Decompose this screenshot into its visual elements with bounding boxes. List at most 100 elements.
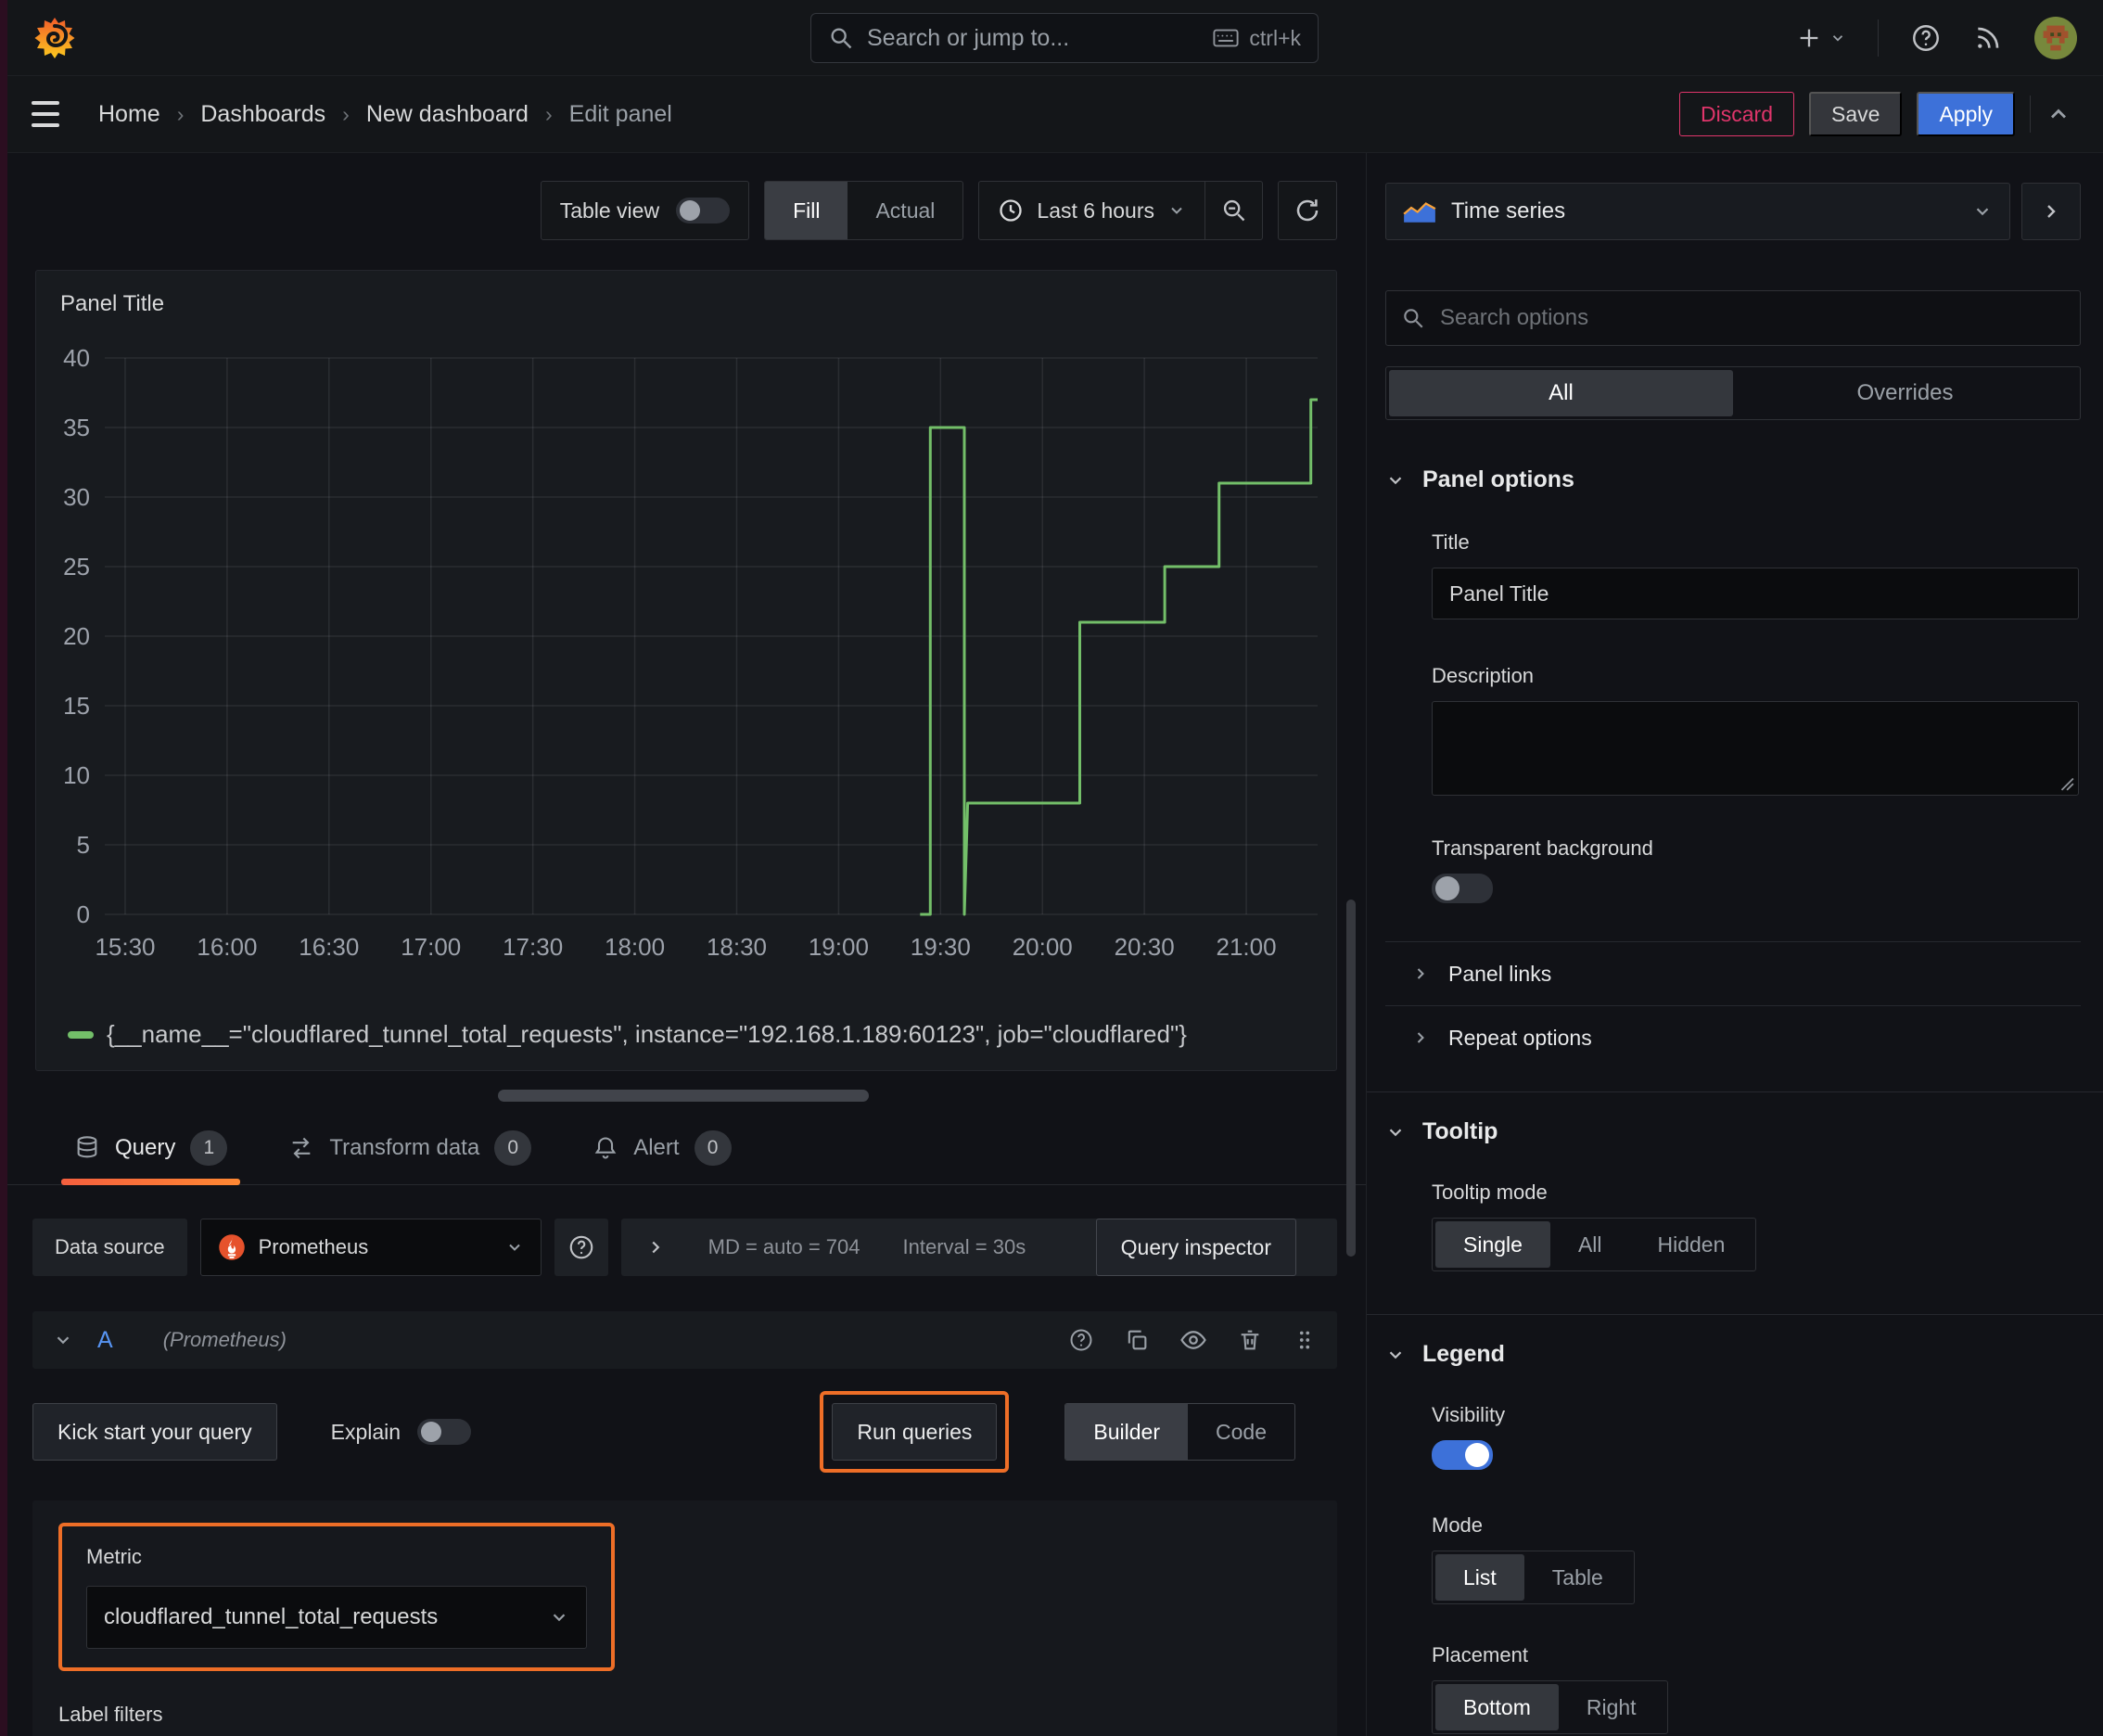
tooltip-mode-group: Single All Hidden bbox=[1432, 1218, 1757, 1271]
tooltip-mode-single[interactable]: Single bbox=[1435, 1221, 1550, 1268]
description-textarea[interactable] bbox=[1432, 701, 2079, 796]
explain-switch[interactable] bbox=[417, 1419, 472, 1445]
code-option[interactable]: Code bbox=[1188, 1404, 1294, 1460]
refresh-icon bbox=[1296, 199, 1319, 222]
svg-text:25: 25 bbox=[63, 553, 90, 581]
time-range-label: Last 6 hours bbox=[1037, 198, 1154, 223]
add-new-button[interactable] bbox=[1796, 25, 1846, 51]
datasource-select[interactable]: Prometheus bbox=[199, 1219, 542, 1276]
datasource-help-button[interactable] bbox=[554, 1219, 608, 1276]
title-label: Title bbox=[1432, 530, 1470, 554]
news-rss-icon[interactable] bbox=[1973, 23, 2003, 53]
actual-option[interactable]: Actual bbox=[848, 182, 962, 239]
breadcrumb-home[interactable]: Home bbox=[98, 101, 160, 128]
repeat-options-section[interactable]: Repeat options bbox=[1385, 1006, 2081, 1069]
breadcrumb-new-dashboard[interactable]: New dashboard bbox=[366, 101, 529, 128]
grafana-logo-icon[interactable] bbox=[32, 15, 78, 61]
panel-options-header[interactable]: Panel options bbox=[1385, 466, 2081, 493]
legend-mode-list[interactable]: List bbox=[1435, 1554, 1524, 1601]
svg-text:19:30: 19:30 bbox=[911, 933, 971, 961]
legend-placement-right[interactable]: Right bbox=[1559, 1684, 1664, 1730]
query-count-badge: 1 bbox=[190, 1130, 228, 1166]
duplicate-query-icon[interactable] bbox=[1124, 1327, 1150, 1353]
legend-header[interactable]: Legend bbox=[1385, 1341, 2081, 1368]
refresh-button[interactable] bbox=[1278, 181, 1337, 240]
tooltip-mode-all[interactable]: All bbox=[1550, 1221, 1630, 1268]
query-help-icon[interactable] bbox=[1068, 1327, 1094, 1353]
resize-handle-icon[interactable] bbox=[2058, 774, 2074, 791]
chevron-down-icon bbox=[1389, 476, 1402, 484]
panel-title-input[interactable] bbox=[1432, 568, 2079, 619]
apply-button[interactable]: Apply bbox=[1917, 92, 2015, 136]
help-icon[interactable] bbox=[1910, 22, 1942, 54]
zoom-out-icon bbox=[1223, 199, 1244, 222]
chevron-down-icon[interactable] bbox=[53, 1330, 73, 1350]
transparent-background-switch[interactable] bbox=[1432, 874, 1493, 903]
chevron-right-icon bbox=[1417, 968, 1424, 979]
panel-links-section[interactable]: Panel links bbox=[1385, 942, 2081, 1005]
time-series-chart[interactable]: 0 5 10 15 20 25 30 35 40 15:30 16:00 16:30 17:00 17:3… bbox=[45, 321, 1328, 1018]
tab-alert[interactable]: Alert 0 bbox=[593, 1130, 732, 1184]
legend-series-label[interactable]: {__name__="cloudflared_tunnel_total_requ… bbox=[107, 1020, 1187, 1049]
pane-resize-handle[interactable] bbox=[497, 1090, 869, 1102]
delete-query-icon[interactable] bbox=[1237, 1327, 1263, 1353]
chevron-up-icon[interactable] bbox=[2046, 101, 2071, 127]
tooltip-mode-label: Tooltip mode bbox=[1432, 1181, 1548, 1204]
tooltip-header[interactable]: Tooltip bbox=[1385, 1118, 2081, 1145]
user-avatar[interactable] bbox=[2034, 16, 2077, 59]
table-view-toggle[interactable]: Table view bbox=[540, 181, 750, 240]
search-placeholder: Search or jump to... bbox=[867, 24, 1070, 51]
run-queries-button[interactable]: Run queries bbox=[832, 1403, 998, 1461]
metric-select[interactable]: cloudflared_tunnel_total_requests bbox=[86, 1586, 587, 1649]
svg-text:10: 10 bbox=[63, 761, 90, 789]
run-queries-highlight: Run queries bbox=[820, 1391, 1010, 1473]
legend-swatch bbox=[68, 1030, 94, 1039]
search-options-input[interactable] bbox=[1438, 304, 2065, 332]
discard-button[interactable]: Discard bbox=[1679, 92, 1795, 136]
query-ref-id[interactable]: A bbox=[97, 1327, 113, 1354]
table-view-switch[interactable] bbox=[676, 198, 731, 223]
time-range-button[interactable]: Last 6 hours bbox=[979, 182, 1204, 239]
prometheus-icon bbox=[218, 1234, 245, 1260]
plus-icon bbox=[1800, 29, 1818, 46]
window-edge-strip bbox=[0, 0, 7, 1736]
query-row-header[interactable]: A (Prometheus) bbox=[32, 1311, 1337, 1369]
kick-start-button[interactable]: Kick start your query bbox=[32, 1403, 277, 1461]
svg-text:16:30: 16:30 bbox=[299, 933, 359, 961]
legend-visibility-switch[interactable] bbox=[1432, 1440, 1493, 1470]
query-inspector-button[interactable]: Query inspector bbox=[1095, 1219, 1296, 1276]
legend-placement-bottom[interactable]: Bottom bbox=[1435, 1684, 1559, 1730]
svg-text:19:00: 19:00 bbox=[809, 933, 869, 961]
datasource-row: Data source Prometheus MD = auto = 704 I… bbox=[32, 1219, 1337, 1276]
tab-query[interactable]: Query 1 bbox=[60, 1130, 241, 1185]
metric-highlight: Metric cloudflared_tunnel_total_requests bbox=[58, 1523, 615, 1671]
keyboard-icon bbox=[1213, 29, 1239, 47]
collapse-options-button[interactable] bbox=[2021, 183, 2081, 240]
clock-icon bbox=[1000, 199, 1023, 222]
builder-option[interactable]: Builder bbox=[1065, 1404, 1189, 1460]
breadcrumb-dashboards[interactable]: Dashboards bbox=[200, 101, 325, 128]
legend-mode-table[interactable]: Table bbox=[1524, 1554, 1631, 1601]
save-button[interactable]: Save bbox=[1809, 92, 1903, 136]
chevron-down-icon bbox=[1832, 34, 1843, 42]
menu-toggle-icon[interactable] bbox=[32, 101, 59, 127]
svg-text:20: 20 bbox=[63, 622, 90, 650]
chart-legend[interactable]: {__name__="cloudflared_tunnel_total_requ… bbox=[45, 1020, 1327, 1049]
main-scrollbar-thumb[interactable] bbox=[1346, 900, 1356, 1257]
toggle-visibility-icon[interactable] bbox=[1179, 1326, 1207, 1354]
tooltip-mode-hidden[interactable]: Hidden bbox=[1630, 1221, 1753, 1268]
chart-panel[interactable]: Panel Title 0 5 10 15 20 25 30 35 40 15:30 16:00 16… bbox=[35, 270, 1337, 1071]
table-view-label: Table view bbox=[559, 198, 660, 223]
fill-option[interactable]: Fill bbox=[765, 182, 848, 239]
tab-transform-data[interactable]: Transform data 0 bbox=[288, 1130, 532, 1184]
search-icon bbox=[1404, 309, 1423, 328]
search-options-field[interactable] bbox=[1385, 290, 2081, 346]
time-series-viz-icon bbox=[1403, 201, 1436, 223]
tab-all[interactable]: All bbox=[1389, 370, 1733, 416]
tab-overrides[interactable]: Overrides bbox=[1733, 370, 2077, 416]
visualization-select[interactable]: Time series bbox=[1385, 183, 2010, 240]
zoom-out-button[interactable] bbox=[1204, 182, 1262, 239]
chevron-right-icon bbox=[652, 1241, 659, 1254]
global-search-input[interactable]: Search or jump to... ctrl+k bbox=[810, 13, 1319, 63]
drag-handle-icon[interactable] bbox=[1293, 1328, 1317, 1352]
